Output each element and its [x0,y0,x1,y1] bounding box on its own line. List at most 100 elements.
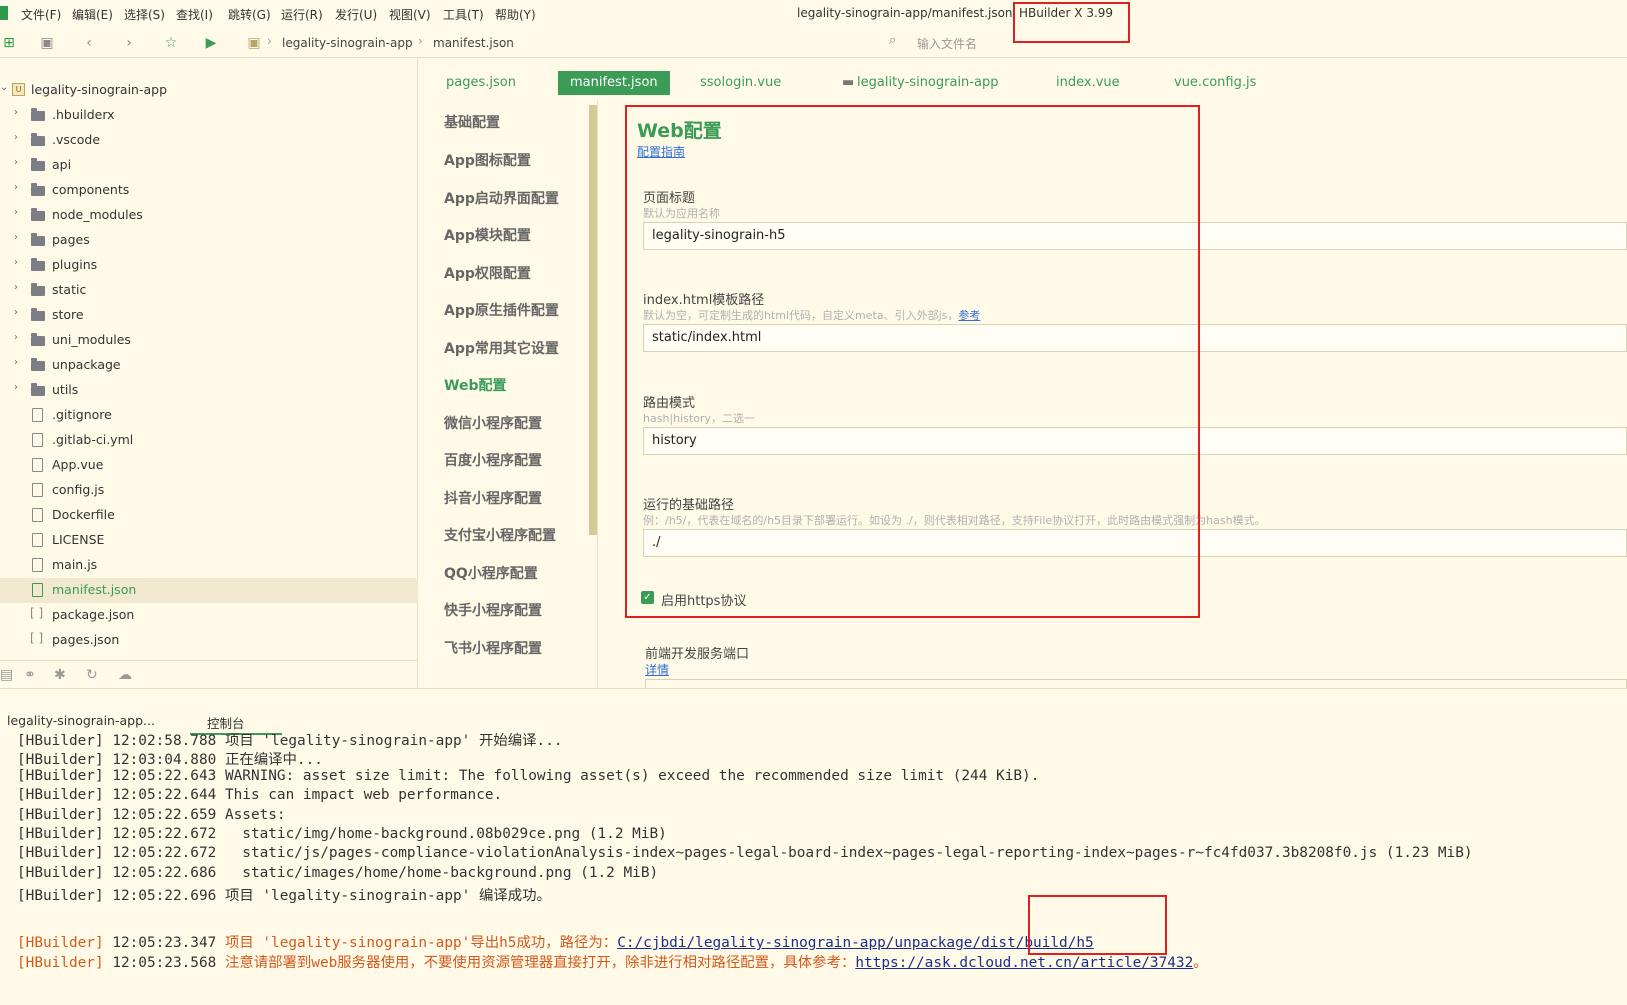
tree-item[interactable]: App.vue [0,453,418,478]
nav-feishu[interactable]: 飞书小程序配置 [444,638,542,658]
log-line: [HBuilder] 12:05:22.686 static/images/ho… [17,865,658,881]
binoculars-icon[interactable]: ⚭ [24,667,36,683]
nav-app-native-plugins[interactable]: App原生插件配置 [444,300,559,320]
nav-app-splash[interactable]: App启动界面配置 [444,188,559,208]
tab-manifest-json[interactable]: manifest.json [558,71,670,95]
nav-basic[interactable]: 基础配置 [444,112,500,132]
tree-item[interactable]: .gitignore [0,403,418,428]
menu-file[interactable]: 文件(F) [21,6,61,23]
nav-scrollbar[interactable] [589,105,597,535]
tab-vue-config-js[interactable]: vue.config.js [1174,71,1256,95]
chevron-right-icon[interactable]: › [14,132,18,143]
log-suffix: 。 [1193,955,1208,971]
tree-item[interactable]: [ ] package.json [0,603,418,628]
new-file-icon[interactable]: ⊞ [0,34,18,52]
nav-weixin[interactable]: 微信小程序配置 [444,413,542,433]
tree-item-label: .gitlab-ci.yml [52,432,134,447]
log-tag: [HBuilder] [17,752,104,769]
back-icon[interactable]: ‹ [80,34,98,52]
tab-pages-json[interactable]: pages.json [446,71,516,95]
chevron-right-icon[interactable]: › [14,182,18,193]
breadcrumb-project[interactable]: legality-sinograin-app [282,36,413,50]
breadcrumb-file[interactable]: manifest.json [433,36,514,50]
project-icon: ▣ [247,35,261,51]
nav-web[interactable]: Web配置 [444,375,506,395]
log-text: This can impact web performance. [224,787,503,804]
forward-icon[interactable]: › [120,34,138,52]
tree-item[interactable]: › store [0,303,418,328]
nav-app-icon[interactable]: App图标配置 [444,150,531,170]
chevron-right-icon[interactable]: › [14,157,18,168]
menu-publish[interactable]: 发行(U) [335,6,377,23]
nav-app-other[interactable]: App常用其它设置 [444,338,559,358]
dev-port-input[interactable] [645,679,1627,688]
tree-item-label: Dockerfile [52,507,115,522]
save-icon[interactable]: ▣ [38,34,56,52]
menu-tools[interactable]: 工具(T) [443,6,484,23]
tab-index-vue[interactable]: index.vue [1056,71,1120,95]
tree-item[interactable]: › components [0,178,418,203]
tree-item[interactable]: main.js [0,553,418,578]
tree-item[interactable]: › .hbuilderx [0,103,418,128]
tree-item[interactable]: › plugins [0,253,418,278]
tree-item[interactable]: › utils [0,378,418,403]
file-search[interactable]: ⌕ 输入文件名 [889,33,1625,53]
nav-baidu[interactable]: 百度小程序配置 [444,450,542,470]
menu-edit[interactable]: 编辑(E) [72,6,113,23]
refresh-icon[interactable]: ↻ [86,667,98,683]
chevron-right-icon[interactable]: › [14,382,18,393]
tree-item[interactable]: Dockerfile [0,503,418,528]
chevron-right-icon[interactable]: › [14,257,18,268]
menu-view[interactable]: 视图(V) [389,6,431,23]
tree-item[interactable]: manifest.json [0,578,418,603]
menu-find[interactable]: 查找(I) [176,6,213,23]
nav-kuaishou[interactable]: 快手小程序配置 [444,600,542,620]
chevron-right-icon[interactable]: › [14,357,18,368]
tab-ssologin-vue[interactable]: ssologin.vue [700,71,781,95]
menu-run[interactable]: 运行(R) [281,6,323,23]
tree-item[interactable]: › .vscode [0,128,418,153]
nav-qq[interactable]: QQ小程序配置 [444,563,538,583]
menu-goto[interactable]: 跳转(G) [228,6,271,23]
log-time: 12:05:22.686 [112,864,217,881]
chevron-right-icon[interactable]: › [14,332,18,343]
menu-help[interactable]: 帮助(Y) [495,6,536,23]
console-project-tab[interactable]: legality-sinograin-app... [7,713,155,728]
chevron-right-icon[interactable]: › [14,282,18,293]
tree-item-label: uni_modules [52,332,131,347]
tree-item[interactable]: › static [0,278,418,303]
tree-item[interactable]: config.js [0,478,418,503]
log-text: 注意请部署到web服务器使用，不要使用资源管理器直接打开，除非进行相对路径配置，… [224,955,856,971]
tree-item[interactable]: › unpackage [0,353,418,378]
nav-app-permissions[interactable]: App权限配置 [444,263,531,283]
nav-app-modules[interactable]: App模块配置 [444,225,531,245]
chevron-right-icon[interactable]: › [14,232,18,243]
export-path-link[interactable]: C:/cjbdi/legality-sinograin-app/unpackag… [617,935,1094,951]
tree-item[interactable]: › node_modules [0,203,418,228]
bug-icon[interactable]: ✱ [54,667,66,683]
tree-item[interactable]: .gitlab-ci.yml [0,428,418,453]
chevron-right-icon[interactable]: › [14,207,18,218]
menu-select[interactable]: 选择(S) [124,6,165,23]
chevron-right-icon[interactable]: › [14,107,18,118]
tab-legality-sinograin-app[interactable]: legality-sinograin-app [857,71,998,95]
tree-item[interactable]: LICENSE [0,528,418,553]
run-icon[interactable]: ▶ [202,34,220,52]
tree-item[interactable]: › pages [0,228,418,253]
tree-root[interactable]: ⌄ U legality-sinograin-app [0,78,418,103]
chevron-right-icon[interactable]: › [14,307,18,318]
tree-root-label: legality-sinograin-app [31,82,168,97]
log-tag: [HBuilder] [17,845,104,862]
dev-port-details-link[interactable]: 详情 [645,661,669,678]
folder-icon [31,133,45,146]
tree-item[interactable]: › api [0,153,418,178]
star-icon[interactable]: ☆ [162,34,180,52]
log-text: Assets: [224,806,286,823]
nav-alipay[interactable]: 支付宝小程序配置 [444,525,556,545]
tree-item[interactable]: › uni_modules [0,328,418,353]
nav-douyin[interactable]: 抖音小程序配置 [444,488,542,508]
cloud-icon[interactable]: ☁ [118,667,132,683]
tree-item[interactable]: [ ] pages.json [0,628,418,653]
panel-icon[interactable]: ▤ [0,667,13,683]
docs-link[interactable]: https://ask.dcloud.net.cn/article/37432 [855,955,1193,971]
